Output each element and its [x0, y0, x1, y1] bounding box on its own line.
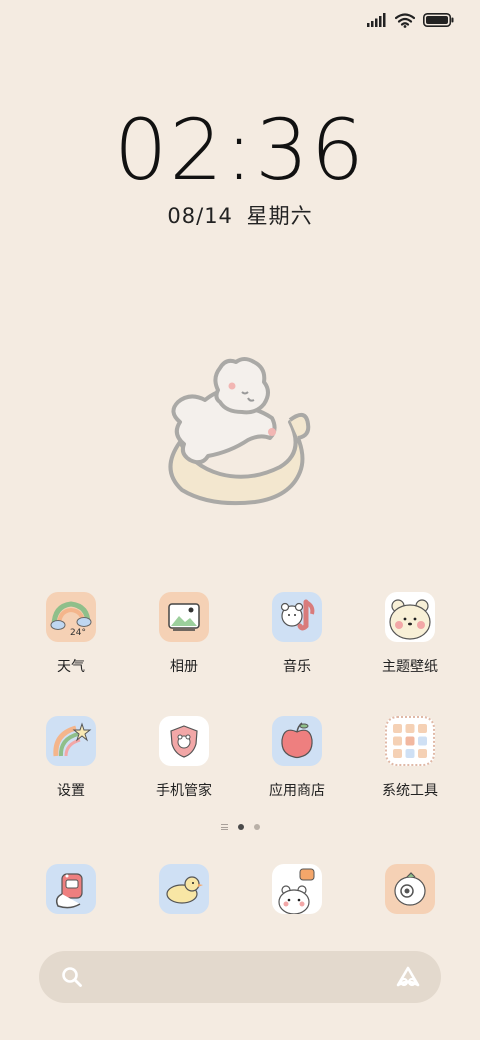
app-label: 相册: [170, 659, 198, 675]
page-dot-1: [237, 824, 244, 830]
camera-icon: [385, 864, 435, 914]
app-security[interactable]: 手机管家: [129, 716, 239, 800]
dock-browser[interactable]: [242, 864, 352, 914]
battery-icon: [423, 13, 454, 27]
app-store[interactable]: 应用商店: [242, 716, 352, 800]
search-icon[interactable]: [61, 966, 83, 988]
settings-rainbow-icon: [46, 716, 96, 766]
wifi-icon: [395, 12, 415, 28]
message-chick-icon: [159, 864, 209, 914]
shield-bear-icon: [159, 716, 209, 766]
assistant-icon[interactable]: [395, 965, 421, 989]
dock: [0, 864, 480, 920]
status-bar: [367, 10, 454, 30]
signal-icon: [367, 13, 386, 27]
search-bar[interactable]: [39, 951, 441, 1003]
app-tools-folder[interactable]: 系统工具: [355, 716, 465, 800]
app-settings[interactable]: 设置: [16, 716, 126, 800]
app-gallery[interactable]: 相册: [129, 592, 239, 676]
gallery-icon: [159, 592, 209, 642]
app-label: 天气: [57, 659, 85, 675]
bear-face-icon: [385, 592, 435, 642]
app-weather[interactable]: 24° 天气: [16, 592, 126, 676]
phone-icon: [46, 864, 96, 914]
weather-temp: 24°: [70, 628, 86, 638]
app-label: 应用商店: [269, 783, 325, 799]
clock-date[interactable]: 08/14 星期六: [0, 200, 480, 230]
dock-phone[interactable]: [16, 864, 126, 914]
weekday-text: 星期六: [246, 204, 313, 228]
weather-rainbow-icon: 24°: [46, 592, 96, 642]
app-label: 音乐: [283, 659, 311, 675]
app-label: 系统工具: [382, 783, 438, 799]
date-text: 08/14: [167, 204, 233, 228]
page-indicator[interactable]: [0, 824, 480, 830]
tools-folder-icon: [385, 716, 435, 766]
app-music[interactable]: 音乐: [242, 592, 352, 676]
app-label: 手机管家: [156, 783, 212, 799]
app-label: 设置: [57, 783, 85, 799]
app-row-2: 设置 手机管家 应用商店 系统工具: [0, 716, 480, 826]
dock-camera[interactable]: [355, 864, 465, 914]
app-row-1: 24° 天气 相册 音乐 主题壁纸: [0, 592, 480, 702]
apple-icon: [272, 716, 322, 766]
page-list-icon: [220, 824, 228, 830]
dock-messages[interactable]: [129, 864, 239, 914]
sleeping-bear-wallpaper-icon: [168, 357, 311, 506]
music-bear-icon: [272, 592, 322, 642]
clock-time[interactable]: 02:36: [0, 100, 480, 200]
app-label: 主题壁纸: [382, 659, 438, 675]
browser-bear-icon: [272, 864, 322, 914]
app-themes[interactable]: 主题壁纸: [355, 592, 465, 676]
page-dot-2: [253, 824, 260, 830]
